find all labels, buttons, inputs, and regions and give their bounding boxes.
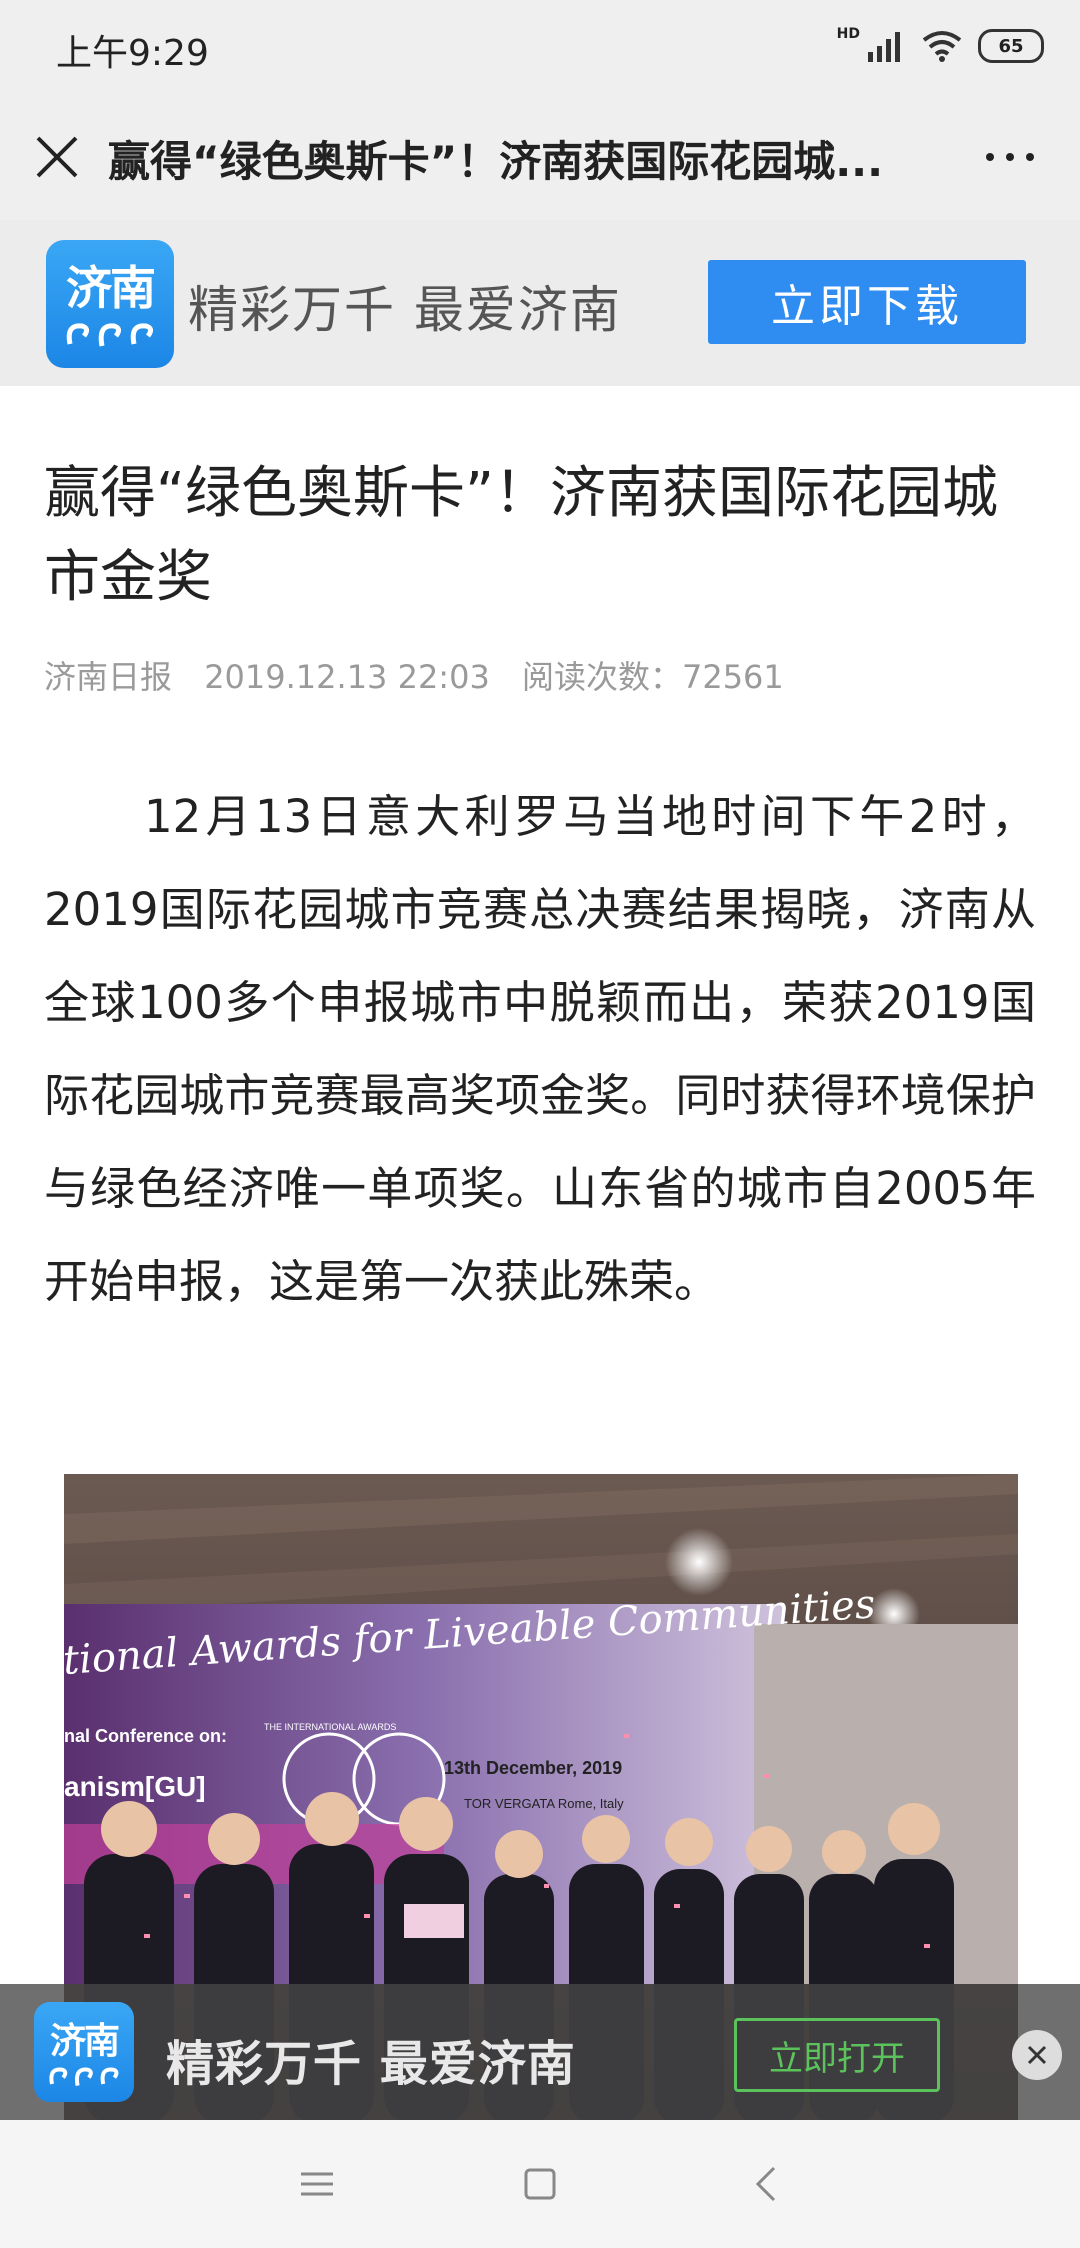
article-read-count: 阅读次数：72561 [521, 658, 784, 696]
open-app-bar: 济南 精彩万千 最爱济南 立即打开 [0, 1984, 1080, 2120]
floatbar-close-button[interactable] [1012, 2030, 1062, 2080]
status-bar: 上午9:29 HD 65 [0, 0, 1080, 96]
floatbar-logo: 济南 [34, 2002, 134, 2102]
battery-icon: 65 [978, 29, 1044, 63]
signal-icon [868, 32, 900, 62]
floatbar-logo-text: 济南 [49, 2021, 120, 2062]
status-icons: HD 65 [837, 24, 1044, 68]
open-app-button[interactable]: 立即打开 [734, 2018, 940, 2092]
more-icon[interactable] [980, 130, 1040, 184]
swirl-icon [49, 2067, 119, 2086]
page-title: 赢得“绿色奥斯卡”！济南获国际花园城... [108, 137, 884, 186]
article-source[interactable]: 济南日报 [44, 658, 172, 696]
article-body: 12月13日意大利罗马当地时间下午2时，2019国际花园城市竞赛总决赛结果揭晓，… [44, 790, 1036, 1308]
hd-indicator: HD [836, 26, 860, 42]
banner-slogan: 精彩万千 最爱济南 [188, 281, 622, 339]
app-logo-text: 济南 [66, 261, 156, 315]
status-time: 上午9:29 [56, 33, 209, 74]
download-button[interactable]: 立即下载 [708, 260, 1026, 344]
swirl-icon [66, 323, 154, 347]
photo-urbanism: anism[GU] [64, 1771, 206, 1802]
article-title: 赢得“绿色奥斯卡”！济南获国际花园城市金奖 [44, 461, 999, 610]
photo-date-line: 13th December, 2019 [444, 1758, 622, 1778]
system-nav-bar [0, 2120, 1080, 2248]
close-icon [1027, 2045, 1047, 2065]
wifi-icon [922, 31, 962, 62]
photo-banner-small: THE INTERNATIONAL AWARDS [264, 1722, 396, 1732]
article-meta: 济南日报 2019.12.13 22:03 阅读次数：72561 [44, 652, 806, 698]
article-datetime: 2019.12.13 22:03 [204, 658, 490, 696]
menu-icon[interactable] [293, 2160, 341, 2208]
close-icon[interactable] [30, 130, 84, 184]
photo-place: TOR VERGATA Rome, Italy [464, 1796, 624, 1811]
photo-conference: nal Conference on: [64, 1726, 227, 1746]
app-banner: 济南 精彩万千 最爱济南 立即下载 [0, 220, 1080, 386]
app-logo: 济南 [46, 240, 174, 368]
nav-bar: 赢得“绿色奥斯卡”！济南获国际花园城... [0, 96, 1080, 220]
floatbar-slogan: 精彩万千 最爱济南 [166, 2036, 576, 2092]
back-icon[interactable] [744, 2160, 792, 2208]
home-icon[interactable] [516, 2160, 564, 2208]
